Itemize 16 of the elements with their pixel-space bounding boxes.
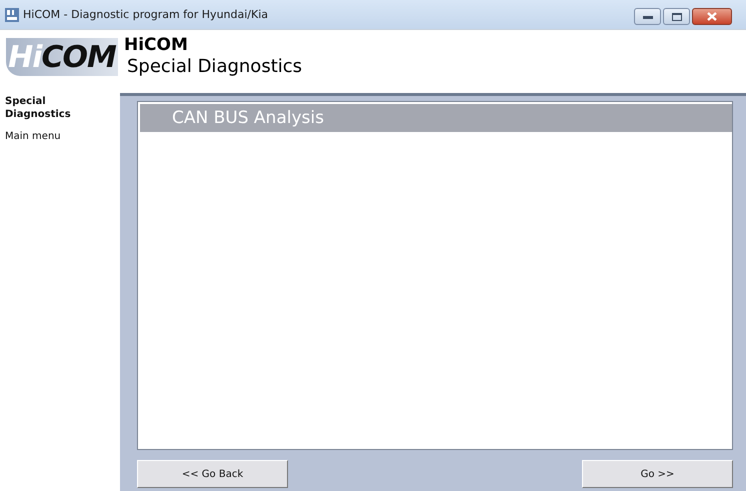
go-button[interactable]: Go >> xyxy=(582,460,733,488)
app-name: HiCOM xyxy=(124,35,189,55)
window-title: HiCOM - Diagnostic program for Hyundai/Kia xyxy=(23,8,268,21)
minimize-button[interactable] xyxy=(634,8,661,25)
close-button[interactable] xyxy=(692,8,732,25)
sidebar-item[interactable]: Special Diagnostics xyxy=(5,95,85,121)
app-icon xyxy=(5,8,19,22)
go-back-button[interactable]: << Go Back xyxy=(137,460,288,488)
minimize-icon xyxy=(642,14,652,18)
hicom-logo: HiCOM xyxy=(6,38,118,76)
page-title: Special Diagnostics xyxy=(126,55,302,79)
sidebar-item[interactable]: Main menu xyxy=(5,130,85,143)
maximize-icon xyxy=(672,12,682,20)
maximize-button[interactable] xyxy=(663,8,690,25)
close-icon xyxy=(707,12,717,21)
list-header: CAN BUS Analysis xyxy=(140,104,732,132)
